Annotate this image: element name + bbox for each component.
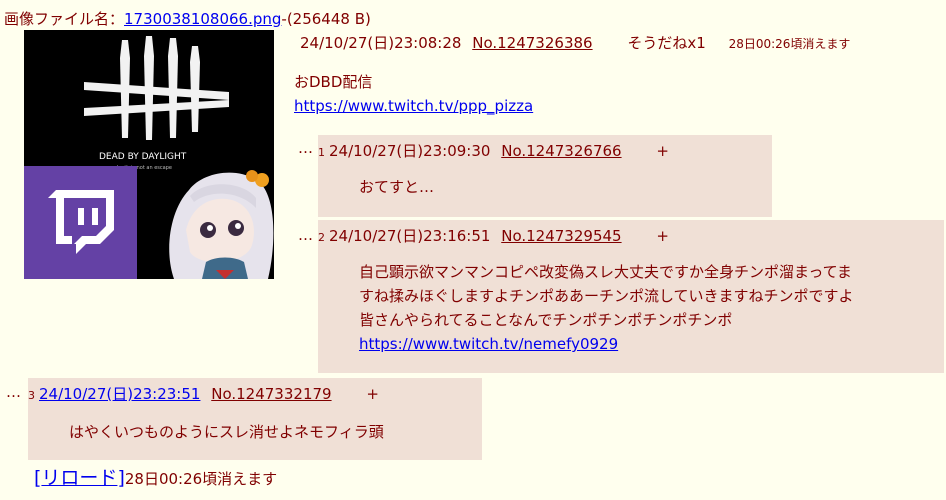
game-title-text: DEAD BY DAYLIGHT [99,152,187,162]
reply-2-link[interactable]: https://www.twitch.tv/nemefy0929 [359,335,618,353]
reply-3-sodane-plus[interactable]: + [366,385,379,403]
op-date: 24/10/27(日)23:08:28 [300,34,462,52]
op-body: おDBD配信 https://www.twitch.tv/ppp_pizza [294,70,533,118]
reply-1: 1 24/10/27(日)23:09:30 No.1247326766 + おてす… [318,135,772,217]
reply-2: 2 24/10/27(日)23:16:51 No.1247329545 + 自己顕… [318,220,944,373]
reply-3-number: 3 [28,389,35,402]
reply-2-text-line: 自己顕示欲マンマンコピペ改変偽スレ大丈夫ですか全身チンポ溜まってま [359,263,852,281]
reply-2-number: 2 [318,231,325,244]
thread-image-art: DEAD BY DAYLIGHT death is not an escape [24,30,274,279]
reply-2-text-line: すね揉みほぐしますよチンポああーチンポ流していきますねチンポですよ [359,287,854,305]
reply-3-post-number[interactable]: No.1247332179 [211,385,331,403]
reply-1-date: 24/10/27(日)23:09:30 [329,142,491,160]
sodane-button[interactable]: そうだねx1 [627,34,705,52]
op-post-number[interactable]: No.1247326386 [472,34,592,52]
op-text-line: おDBD配信 [294,73,373,91]
reply-2-text-line: 皆さんやられてることなんでチンポチンポチンポチンポ [359,311,733,329]
thread-image[interactable]: DEAD BY DAYLIGHT death is not an escape [24,30,274,279]
reload-link[interactable]: リロード [41,467,117,489]
file-label: 画像ファイル名： [4,10,125,28]
file-info: 画像ファイル名：1730038108066.png-(256448 B) [4,8,371,29]
reply-1-dots: … [298,139,313,157]
reload-bar: [リロード]28日00:26頃消えます [34,463,277,490]
op-stream-link[interactable]: https://www.twitch.tv/ppp_pizza [294,97,533,115]
reply-3-dots: … [6,383,21,401]
reply-1-sodane-plus[interactable]: + [656,142,669,160]
reply-1-post-number[interactable]: No.1247326766 [501,142,621,160]
footer-expire: 28日00:26頃消えます [124,470,278,488]
reply-3-text: はやくいつものようにスレ消せよネモフィラ頭 [69,423,384,441]
reply-2-date: 24/10/27(日)23:16:51 [329,227,491,245]
reply-2-sodane-plus[interactable]: + [656,227,669,245]
reply-2-dots: … [298,226,313,244]
op-header: 24/10/27(日)23:08:28 No.1247326386 そうだねx1… [300,32,850,53]
reply-3-date-link[interactable]: 24/10/27(日)23:23:51 [39,385,200,403]
reply-1-number: 1 [318,146,325,159]
reply-3: 3 24/10/27(日)23:23:51 No.1247332179 + はやく… [28,378,482,460]
reply-1-text: おてすと… [359,178,435,196]
reply-2-post-number[interactable]: No.1247329545 [501,227,621,245]
op-expire: 28日00:26頃消えます [728,37,851,51]
file-size: -(256448 B) [281,10,371,28]
file-link[interactable]: 1730038108066.png [124,10,281,28]
reload-bracket-close: ] [117,467,125,489]
